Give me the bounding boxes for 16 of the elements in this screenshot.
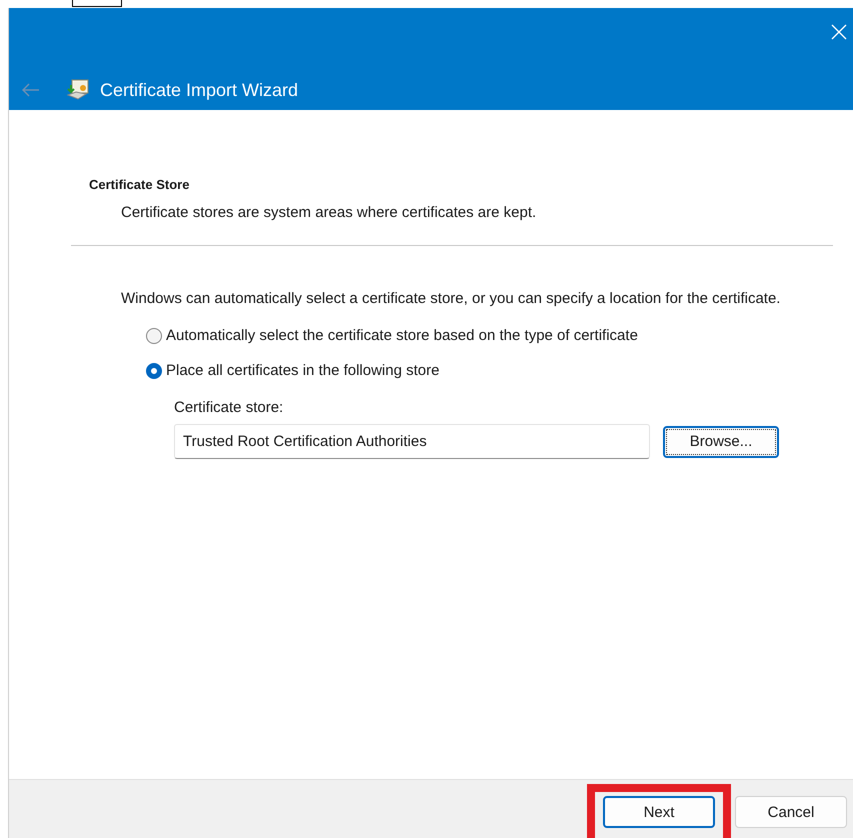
wizard-button[interactable]: Next [603, 796, 715, 828]
option-label[interactable]: Place all certificates in the following store [166, 362, 440, 379]
page-subheading: Certificate stores are system areas where certificates are kept. [121, 204, 538, 221]
description-text: Windows can automatically select a certificate store, or you can specify a location for the certificate. [121, 289, 782, 309]
window-title: Certificate Import Wizard [100, 80, 298, 100]
radio-button[interactable] [146, 328, 162, 344]
store-field[interactable]: Trusted Root Certification Authorities [174, 424, 650, 459]
certificate-icon [66, 79, 90, 101]
close-icon[interactable] [831, 24, 847, 40]
page-heading: Certificate Store [89, 177, 190, 192]
outline-frame [72, 0, 122, 7]
browse-button[interactable]: Browse... [663, 426, 779, 458]
field-label: Certificate store: [174, 399, 284, 416]
radio-button[interactable] [146, 362, 162, 378]
wizard-button[interactable]: Cancel [735, 796, 847, 828]
option-label[interactable]: Automatically select the certificate store based on the type of certificate [166, 327, 638, 344]
